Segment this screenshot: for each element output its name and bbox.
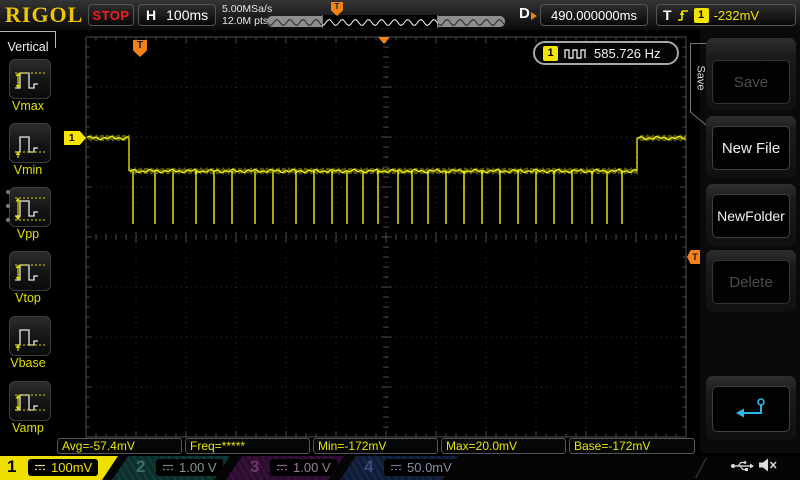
sample-rate: 5.00MSa/s <box>222 3 273 15</box>
save-button[interactable]: Save <box>712 60 790 104</box>
frequency-value: 585.726 Hz <box>594 45 661 61</box>
vmax-measure-icon <box>15 72 45 89</box>
new-file-button[interactable]: New File <box>712 126 790 170</box>
scroll-indicator-dot <box>6 218 10 222</box>
acquisition-info: 5.00MSa/s 12.0M pts <box>222 3 272 27</box>
channel-scale: 1.00 V <box>293 460 331 475</box>
h-label: H <box>146 7 157 23</box>
menu-item-label[interactable]: Vtop <box>0 291 56 305</box>
menu-item-vpp[interactable] <box>9 187 51 227</box>
vertical-measure-menu: Vertical Vmax Vmin Vpp Vtop Vbase Vamp <box>0 31 56 452</box>
trigger-info-box[interactable]: T 1 -232mV <box>656 4 796 26</box>
run-state-label: STOP <box>92 7 130 23</box>
speaker-muted-icon <box>759 458 777 472</box>
channel-scale: 50.0mV <box>407 460 452 475</box>
delete-button-label: Delete <box>729 273 773 291</box>
memory-waveform-icon <box>267 18 505 27</box>
measurement-base: Base=-172mV <box>569 438 695 454</box>
new-file-button-label: New File <box>721 139 781 157</box>
delete-button[interactable]: Delete <box>712 260 790 304</box>
timebase-value: 100ms <box>166 7 209 23</box>
trigger-level-marker[interactable]: T <box>687 250 700 264</box>
horizontal-timebase-box[interactable]: H 100ms <box>138 4 216 26</box>
run-stop-status[interactable]: STOP <box>88 4 134 26</box>
channel-number: 1 <box>7 457 17 476</box>
dc-coupling-icon <box>162 463 174 472</box>
measurement-avg: Avg=-57.4mV <box>57 438 182 454</box>
trigger-level-value: -232mV <box>713 7 760 23</box>
usb-icon <box>731 461 754 471</box>
channel-scale: 100mV <box>51 460 93 475</box>
channel-number: 4 <box>364 457 374 476</box>
trigger-label: T <box>663 7 672 23</box>
scroll-indicator-dot <box>6 204 10 208</box>
menu-item-vamp[interactable] <box>9 381 51 421</box>
channel-3-tab[interactable]: 3 1.00 V <box>226 456 344 480</box>
menu-item-vmax[interactable] <box>9 59 51 99</box>
dc-coupling-icon <box>34 463 46 472</box>
graticule-and-waveform <box>85 36 687 438</box>
frequency-counter: 1 585.726 Hz <box>533 41 679 65</box>
menu-item-vmin[interactable] <box>9 123 51 163</box>
vamp-measure-icon <box>15 394 45 411</box>
measurement-max: Max=20.0mV <box>441 438 566 454</box>
return-arrow-icon <box>736 398 765 418</box>
memory-trigger-flag-icon[interactable]: T <box>331 2 343 16</box>
menu-item-label[interactable]: Vmin <box>0 163 56 177</box>
menu-item-vbase[interactable] <box>9 316 51 356</box>
menu-item-vtop[interactable] <box>9 251 51 291</box>
menu-item-label[interactable]: Vpp <box>0 227 56 241</box>
freq-counter-channel-badge: 1 <box>543 45 558 61</box>
delay-label: D <box>519 5 530 22</box>
top-status-bar: RIGOL STOP H 100ms 5.00MSa/s 12.0M pts T… <box>0 0 800 31</box>
trigger-position-flag-icon[interactable]: T <box>133 40 147 57</box>
dc-coupling-icon <box>390 463 402 472</box>
save-button-label: Save <box>733 73 769 91</box>
vpp-measure-icon <box>15 197 45 221</box>
channel-number: 2 <box>136 457 146 476</box>
horizontal-delay-box[interactable]: 490.000000ms <box>540 4 648 26</box>
channel-number: 3 <box>250 457 260 476</box>
scroll-indicator-dot <box>6 190 10 194</box>
new-folder-button[interactable]: NewFolder <box>712 194 790 238</box>
menu-item-label[interactable]: Vbase <box>0 356 56 370</box>
channel-status-bar: 1 100mV 2 1.00 V 3 1.00 V 4 50.0mV <box>0 456 800 480</box>
channel-scale: 1.00 V <box>179 460 217 475</box>
delay-direction-icon <box>531 12 537 20</box>
delay-value: 490.000000ms <box>550 7 637 23</box>
new-folder-button-label: NewFolder <box>717 208 785 224</box>
dc-coupling-icon <box>276 463 288 472</box>
channel-1-tab[interactable]: 1 100mV <box>0 456 118 480</box>
measurement-min: Min=-172mV <box>313 438 438 454</box>
channel-2-tab[interactable]: 2 1.00 V <box>112 456 230 480</box>
vbase-measure-icon <box>15 329 45 351</box>
vmin-measure-icon <box>15 136 45 158</box>
delay-center-marker-icon <box>378 37 390 44</box>
measurement-freq: Freq=***** <box>185 438 310 454</box>
vtop-measure-icon <box>15 264 45 281</box>
return-button[interactable] <box>712 386 790 432</box>
channel1-level-marker[interactable]: 1 <box>64 131 86 145</box>
menu-item-label[interactable]: Vamp <box>0 421 56 435</box>
rigol-logo: RIGOL <box>5 2 84 27</box>
menu-item-label[interactable]: Vmax <box>0 99 56 113</box>
rising-edge-icon <box>677 9 688 21</box>
memory-depth: 12.0M pts <box>222 15 269 27</box>
trigger-source-badge: 1 <box>693 7 709 23</box>
oscilloscope-screen: RIGOL STOP H 100ms 5.00MSa/s 12.0M pts T… <box>0 0 800 480</box>
square-wave-icon <box>564 48 586 59</box>
menu-tab-label: Save <box>694 65 707 91</box>
left-menu-title: Vertical <box>7 40 49 54</box>
channel-4-tab[interactable]: 4 50.0mV <box>340 456 458 480</box>
